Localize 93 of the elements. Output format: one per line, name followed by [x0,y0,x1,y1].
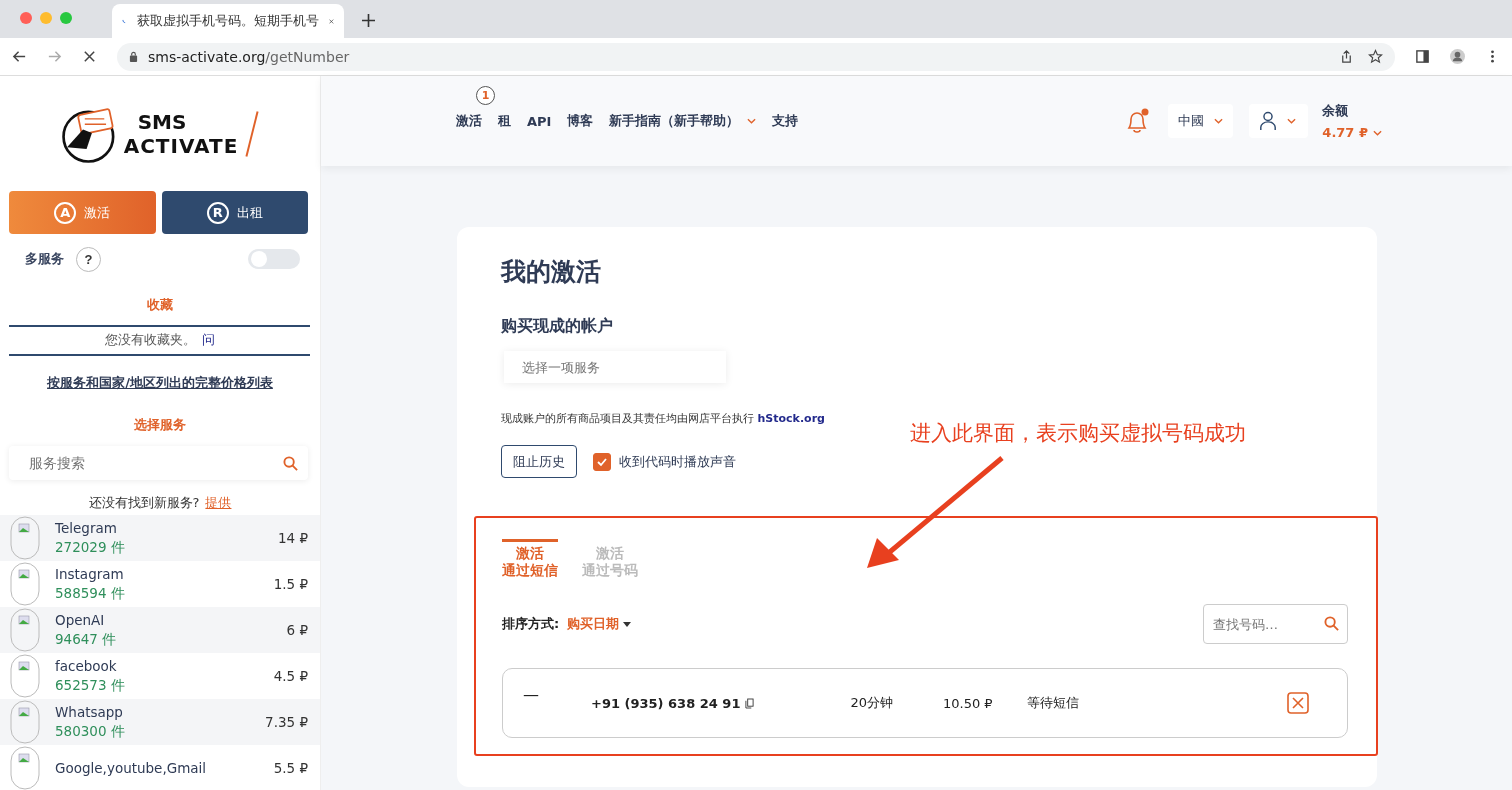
page-title: 我的激活 [501,256,602,288]
close-window-icon[interactable] [20,12,32,24]
service-price: 5.5 ₽ [273,760,308,776]
empty-favorites-text: 您没有收藏夹。 [104,332,196,347]
time-text: 20分钟 [850,694,893,712]
count-badge: 1 [476,86,495,105]
service-count: 272029 件 [55,538,125,557]
service-name: Whatsapp [55,703,124,722]
service-row[interactable]: Whatsapp 580300 件 7.35 ₽ [0,699,320,745]
service-price: 4.5 ₽ [273,668,308,684]
lock-icon [129,51,138,62]
nav-link[interactable]: 支持 [772,112,799,130]
service-name: Instagram [55,565,125,584]
service-price: 1.5 ₽ [273,576,308,592]
forward-icon[interactable] [47,49,62,64]
slash-icon [244,109,261,158]
sort-label: 排序方式: [502,615,560,633]
service-count: 652573 件 [55,676,125,695]
share-icon[interactable] [1339,49,1354,64]
search-icon[interactable] [1324,616,1339,631]
nav-link[interactable]: 博客 [567,112,594,130]
close-tab-icon[interactable] [329,16,334,26]
service-search-field[interactable]: 服务搜索 [9,446,308,480]
region-dropdown[interactable]: 中國 [1168,104,1234,138]
hstock-link[interactable]: hStock.org [757,412,825,425]
service-price: 6 ₽ [286,622,308,638]
service-row[interactable]: Telegram 272029 件 14 ₽ [0,515,320,561]
annotation-text: 进入此界面，表示购买虚拟号码成功 [910,420,1246,447]
caret-icon [747,118,757,124]
search-icon[interactable] [283,456,298,471]
tab[interactable]: 激活 通过短信 [502,539,558,579]
new-tab-icon[interactable] [362,14,375,27]
multi-service-toggle[interactable] [248,249,300,270]
address-bar[interactable]: sms-activate.org/getNumber [117,42,1395,71]
service-name: Telegram [55,519,118,538]
section-title: 购买现成的帐户 [501,316,614,337]
side-panel-icon[interactable] [1415,49,1430,64]
service-name: facebook [55,657,118,676]
suggest-link[interactable]: 提供 [205,495,232,510]
service-name: Google,youtube,Gmail [55,758,207,778]
star-icon[interactable] [1368,49,1383,64]
rent-button[interactable]: R 出租 [161,191,308,235]
broken-image-icon [10,700,40,744]
broken-image-icon [10,608,40,652]
block-history-button[interactable]: 阻止历史 [501,445,577,478]
copy-icon[interactable] [745,697,755,709]
back-icon[interactable] [12,49,27,64]
service-row[interactable]: OpenAI 94647 件 6 ₽ [0,607,320,653]
service-name: OpenAI [55,611,106,630]
service-row[interactable]: Instagram 588594 件 1.5 ₽ [0,561,320,607]
nav-link[interactable]: 新手指南（新手帮助） [609,112,757,130]
service-price: 7.35 ₽ [265,714,308,730]
service-count: 94647 件 [55,630,117,649]
price-text: 10.50 ₽ [943,695,993,711]
service-row[interactable]: Google,youtube,Gmail 5.5 ₽ [0,745,320,790]
section-title: 收藏 [146,296,174,314]
broken-image-icon [10,516,40,560]
browser-tab[interactable]: 获取虚拟手机号码。短期手机号 [112,4,344,38]
nav-link[interactable]: 激活 [456,112,482,130]
multi-service-label: 多服务 [25,250,64,269]
sort-dropdown[interactable]: 购买日期 [567,615,632,633]
broken-image-icon [10,746,40,790]
service-count: 588594 件 [55,584,125,603]
stop-loading-icon[interactable] [82,49,97,64]
broken-image-icon [10,654,40,698]
service-price: 14 ₽ [277,530,308,546]
nav-link[interactable]: API [527,113,552,129]
status-text: 等待短信 [1026,694,1079,712]
service-count: 580300 件 [55,722,125,741]
service-select[interactable]: 选择一项服务 [504,351,726,383]
notice-text: 现成账户的所有商品项目及其责任均由网店平台执行 [501,412,754,425]
checkbox[interactable] [593,452,611,471]
not-found-text: 还没有找到新服务? [88,495,200,510]
dash-text: — [523,684,540,704]
logo[interactable]: SMS ACTIVATE [123,110,239,157]
price-list-link[interactable]: 按服务和国家/地区列出的完整价格列表 [0,374,320,392]
phone-number: +91 (935) 638 24 91 [591,695,741,711]
caret-icon [1373,129,1382,136]
caret-icon [623,621,632,627]
sound-label: 收到代码时播放声音 [619,452,736,471]
profile-icon[interactable] [1450,49,1465,64]
question-link[interactable]: 问 [201,332,215,347]
caret-icon [1214,118,1224,124]
caret-icon [1287,118,1297,124]
broken-image-icon [10,562,40,606]
number-search-field[interactable]: 查找号码… [1203,604,1348,644]
section-title: 选择服务 [133,416,187,434]
user-icon [1259,111,1278,131]
help-button[interactable]: ? [76,246,101,272]
service-row[interactable]: facebook 652573 件 4.5 ₽ [0,653,320,699]
cancel-icon[interactable] [1287,692,1309,714]
balance-label: 余额 [1322,102,1350,120]
account-dropdown[interactable] [1249,104,1309,138]
